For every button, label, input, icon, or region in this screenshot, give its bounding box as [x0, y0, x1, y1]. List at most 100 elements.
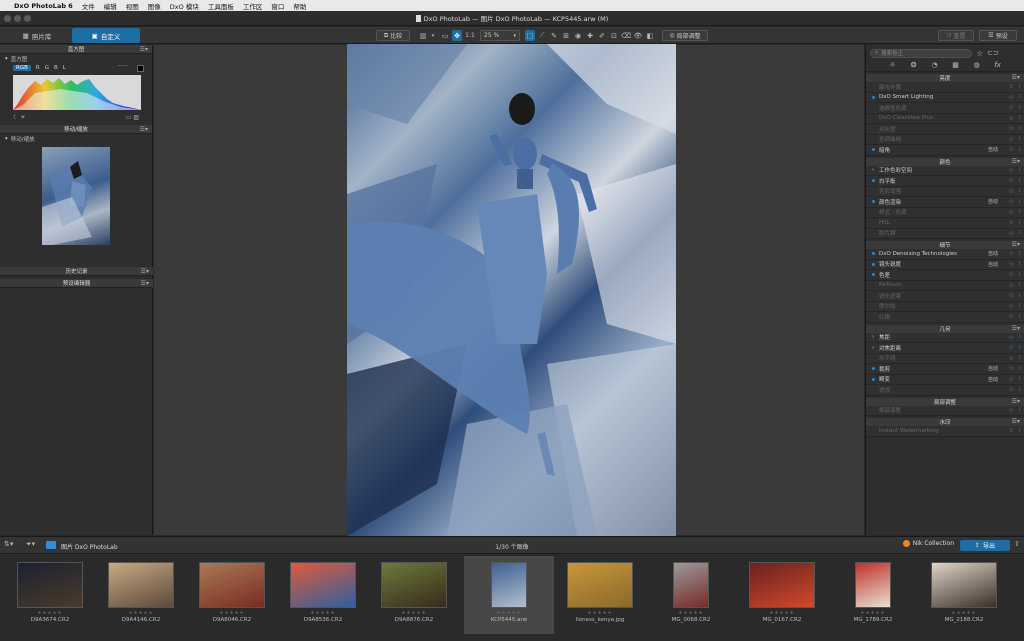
favorite-star-icon[interactable]: ☆ — [1009, 344, 1014, 351]
histogram-header[interactable]: 直方图 ☰▾ — [0, 45, 152, 54]
info-icon[interactable]: ⅰ — [1019, 230, 1020, 236]
panel-menu-icon[interactable]: ☰▾ — [140, 46, 148, 53]
info-icon[interactable]: ⅰ — [1019, 94, 1020, 100]
correction-row[interactable]: 胶片颗 ☆ ⅰ — [866, 228, 1024, 239]
panel-menu-icon[interactable]: ☰▾ — [1012, 158, 1020, 165]
info-icon[interactable]: ⅰ — [1019, 376, 1020, 382]
panel-menu-icon[interactable]: ☰▾ — [1012, 241, 1020, 248]
panel-menu-icon[interactable]: ☰▾ — [1012, 398, 1020, 405]
correction-row[interactable]: 裁剪 自动 ☆ ⅰ — [866, 364, 1024, 375]
rating-stars[interactable]: ★★★★★ — [5, 611, 95, 616]
chevron-down-icon[interactable]: ▾ — [428, 30, 438, 41]
channel-g[interactable]: G — [45, 65, 49, 71]
correction-row[interactable]: 锐化遮罩 ☆ ⅰ — [866, 291, 1024, 302]
menu-tool-panels[interactable]: 工具面板 — [208, 1, 234, 11]
filmstrip-thumbnail[interactable]: ★★★★★ lioness_kenya.jpg — [555, 556, 645, 634]
correction-row[interactable]: 透视 ☆ ⅰ — [866, 385, 1024, 396]
filmstrip-thumbnail[interactable]: ★★★★★ MG_0167.CR2 — [737, 556, 827, 634]
correction-row[interactable]: 曝光补偿 ☆ ⅰ — [866, 82, 1024, 93]
navigator-subheader[interactable]: ▾ 移动/缩放 — [0, 134, 152, 143]
info-icon[interactable]: ⅰ — [1019, 387, 1020, 393]
correction-row[interactable]: Instant Watermarking ☆ ⅰ — [866, 426, 1024, 437]
compare-button[interactable]: ⧉ 比较 — [376, 30, 410, 41]
rating-stars[interactable]: ★★★★★ — [187, 611, 277, 616]
correction-row[interactable]: 摩尔纹 ☆ ⅰ — [866, 301, 1024, 312]
watermark-icon[interactable]: ⊡ — [609, 30, 619, 41]
favorite-star-icon[interactable]: ☆ — [1009, 167, 1014, 174]
info-icon[interactable]: ⅰ — [1019, 334, 1020, 340]
repair-tool-icon[interactable]: ✚ — [585, 30, 595, 41]
filmstrip-thumbnail[interactable]: ★★★★★ D9A8876.CR2 — [369, 556, 459, 634]
favorite-star-icon[interactable]: ☆ — [1009, 188, 1014, 195]
favorite-star-icon[interactable]: ☆ — [1009, 427, 1014, 434]
rating-stars[interactable]: ★★★★★ — [278, 611, 368, 616]
favorite-star-icon[interactable]: ☆ — [1009, 104, 1014, 111]
info-icon[interactable]: ⅰ — [1019, 407, 1020, 413]
favorite-star-icon[interactable]: ☆ — [1009, 125, 1014, 132]
section-header[interactable]: 局部调整 ☰▾ — [866, 397, 1024, 406]
preset-editor-header[interactable]: 预设编辑器 ☰▾ — [0, 279, 153, 288]
fx-icon[interactable]: fx — [993, 61, 1003, 69]
filmstrip-thumbnail[interactable]: ★★★★★ MG_0068.CR2 — [646, 556, 736, 634]
favorite-star-icon[interactable]: ☆ — [1009, 292, 1014, 299]
rating-stars[interactable]: ★★★★★ — [737, 611, 827, 616]
filmstrip-thumbnail[interactable]: ★★★★★ KCP5445.arw — [464, 556, 554, 634]
red-eye-icon[interactable]: ◉ — [573, 30, 583, 41]
info-icon[interactable]: ⅰ — [1019, 314, 1020, 320]
detail-icon[interactable]: ◔ — [930, 61, 940, 69]
info-icon[interactable]: ⅰ — [1019, 84, 1020, 90]
favorite-star-icon[interactable]: ☆ — [1009, 94, 1014, 101]
preview-eye-icon[interactable]: 👁 — [633, 30, 643, 41]
minimize-window-button[interactable] — [14, 15, 21, 22]
correction-row[interactable]: 红眼 ☆ ⅰ — [866, 312, 1024, 323]
correction-row[interactable]: ReTouch ☆ ⅰ — [866, 280, 1024, 291]
info-icon[interactable]: ⅰ — [1019, 345, 1020, 351]
info-icon[interactable]: ⅰ — [1019, 209, 1020, 215]
correction-row[interactable]: 暗角 自动 ☆ ⅰ — [866, 145, 1024, 156]
info-icon[interactable]: ⅰ — [1019, 167, 1020, 173]
correction-row[interactable]: DxO Smart Lighting ☆ ⅰ — [866, 92, 1024, 103]
horizon-tool-icon[interactable]: ⟋ — [537, 30, 547, 41]
share-icon[interactable]: ⇧ — [1014, 540, 1020, 548]
info-icon[interactable]: ⅰ — [1019, 366, 1020, 372]
correction-row[interactable]: › 焦距 ☆ ⅰ — [866, 332, 1024, 343]
move-tool-icon[interactable]: ✥ — [452, 30, 462, 41]
curve-mode-icon[interactable]: ⌒⌒ — [117, 64, 128, 72]
preset-button[interactable]: ☰ 预设 — [979, 30, 1017, 41]
favorite-star-icon[interactable]: ☆ — [1009, 313, 1014, 320]
channel-l[interactable]: L — [63, 65, 66, 71]
filmstrip-thumbnail[interactable]: ★★★★★ D9A3674.CR2 — [5, 556, 95, 634]
correction-row[interactable]: HSL ☆ ⅰ — [866, 218, 1024, 229]
info-icon[interactable]: ⅰ — [1019, 251, 1020, 257]
channel-r[interactable]: R — [36, 65, 40, 71]
menu-app[interactable]: DxO PhotoLab 6 — [14, 2, 73, 10]
geometry-icon[interactable]: ▦ — [951, 61, 961, 69]
rating-stars[interactable]: ★★★★★ — [96, 611, 186, 616]
info-icon[interactable]: ⅰ — [1019, 282, 1020, 288]
correction-row[interactable]: 畸变 自动 ☆ ⅰ — [866, 374, 1024, 385]
info-icon[interactable]: ⅰ — [1019, 199, 1020, 205]
panel-menu-icon[interactable]: ☰▾ — [1012, 325, 1020, 332]
tab-customize[interactable]: ▣ 自定义 — [72, 28, 140, 43]
compare-split-icon[interactable]: ◧ — [645, 30, 655, 41]
correction-row[interactable]: 色彩增强 ☆ ⅰ — [866, 186, 1024, 197]
filmstrip-thumbnail[interactable]: ★★★★★ D9A8536.CR2 — [278, 556, 368, 634]
close-window-button[interactable] — [4, 15, 11, 22]
reset-button[interactable]: ↺ 重置 — [938, 30, 974, 41]
histogram-subheader[interactable]: ▾ 直方图 — [0, 54, 152, 63]
info-icon[interactable]: ⅰ — [1019, 272, 1020, 278]
menu-dxo-modules[interactable]: DxO 模块 — [170, 1, 199, 11]
watermark-filter-icon[interactable]: ◍ — [972, 61, 982, 69]
favorite-star-icon[interactable]: ☆ — [1009, 230, 1014, 237]
correction-row[interactable]: DxO Denoising Technologies 自动 ☆ ⅰ — [866, 249, 1024, 260]
correction-row[interactable]: 颜色渲染 自动 ☆ ⅰ — [866, 197, 1024, 208]
info-icon[interactable]: ⅰ — [1019, 115, 1020, 121]
correction-row[interactable]: 镜头锐度 自动 ☆ ⅰ — [866, 259, 1024, 270]
favorite-star-icon[interactable]: ☆ — [1009, 261, 1014, 268]
menu-edit[interactable]: 编辑 — [104, 1, 117, 11]
favorite-star-icon[interactable]: ☆ — [1009, 407, 1014, 414]
panel-menu-icon[interactable]: ☰▾ — [141, 268, 149, 275]
favorite-star-icon[interactable]: ☆ — [1009, 355, 1014, 362]
correction-row[interactable]: 白平衡 ☆ ⅰ — [866, 176, 1024, 187]
menu-file[interactable]: 文件 — [82, 1, 95, 11]
